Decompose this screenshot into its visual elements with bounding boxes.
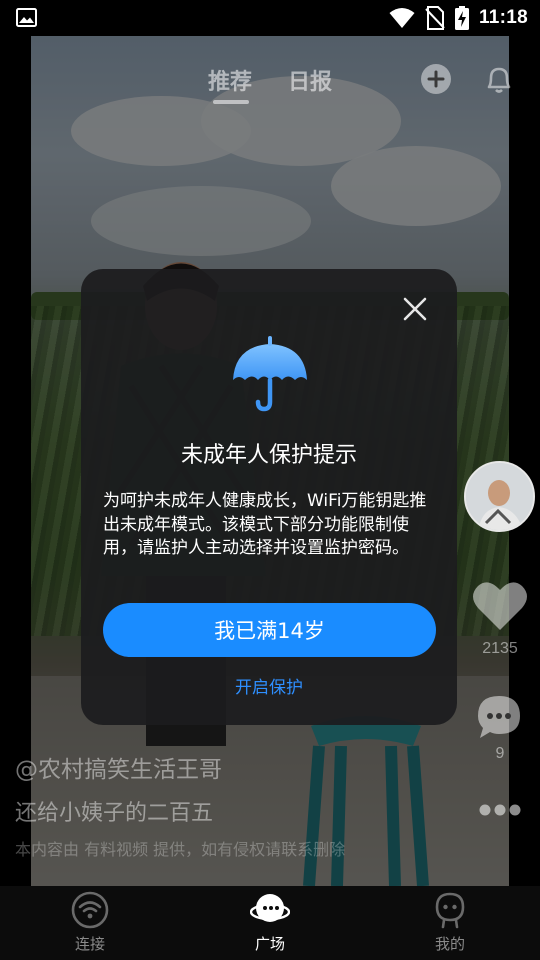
nav-me-label: 我的 xyxy=(434,935,465,953)
video-author[interactable]: @农村搞笑生活王哥 xyxy=(15,750,222,784)
nav-connect-label: 连接 xyxy=(74,935,105,953)
top-tab-bar: 推荐 日报 xyxy=(0,36,540,106)
wifi-circle-icon xyxy=(71,891,109,929)
bottom-nav: 连接 广场 我的 xyxy=(0,886,540,960)
nav-square[interactable]: 广场 xyxy=(210,886,330,960)
comment-icon[interactable] xyxy=(476,694,522,740)
battery-charging-icon xyxy=(454,6,469,30)
bell-icon[interactable] xyxy=(482,62,516,96)
tab-daily[interactable]: 日报 xyxy=(288,64,332,96)
nav-connect[interactable]: 连接 xyxy=(30,886,150,960)
add-circle-icon[interactable] xyxy=(420,63,452,95)
confirm-age-button[interactable]: 我已满14岁 xyxy=(103,603,436,657)
dialog-message: 为呵护未成年人健康成长，WiFi万能钥匙推出未成年模式。该模式下部分功能限制使用… xyxy=(103,491,427,558)
video-title: 还给小姨子的二百五 xyxy=(15,801,214,826)
tab-active-indicator xyxy=(213,100,249,104)
heart-icon[interactable] xyxy=(472,578,528,632)
tab-recommend[interactable]: 推荐 xyxy=(208,64,252,96)
status-bar: 11:18 xyxy=(0,0,540,36)
minor-protection-dialog: 未成年人保护提示 为呵护未成年人健康成长，WiFi万能钥匙推出未成年模式。该模式… xyxy=(81,269,457,725)
like-count: 2135 xyxy=(482,640,518,657)
clock: 11:18 xyxy=(478,7,528,28)
more-dots-icon[interactable] xyxy=(478,803,522,817)
source-notice: 本内容由 有料视频 提供，如有侵权请联系删除 xyxy=(15,840,346,859)
avatar[interactable] xyxy=(464,461,535,532)
dialog-title: 未成年人保护提示 xyxy=(180,443,357,468)
umbrella-icon xyxy=(233,336,307,412)
wifi-icon xyxy=(389,8,415,28)
planet-face-icon xyxy=(250,894,290,922)
nav-me[interactable]: 我的 xyxy=(390,886,510,960)
profile-icon xyxy=(435,892,465,929)
gallery-icon xyxy=(16,8,37,27)
comment-count: 9 xyxy=(495,745,505,762)
close-icon[interactable] xyxy=(402,296,428,322)
nav-square-label: 广场 xyxy=(254,935,285,953)
enable-protection-link[interactable]: 开启保护 xyxy=(81,673,457,698)
no-sim-icon xyxy=(425,6,445,30)
